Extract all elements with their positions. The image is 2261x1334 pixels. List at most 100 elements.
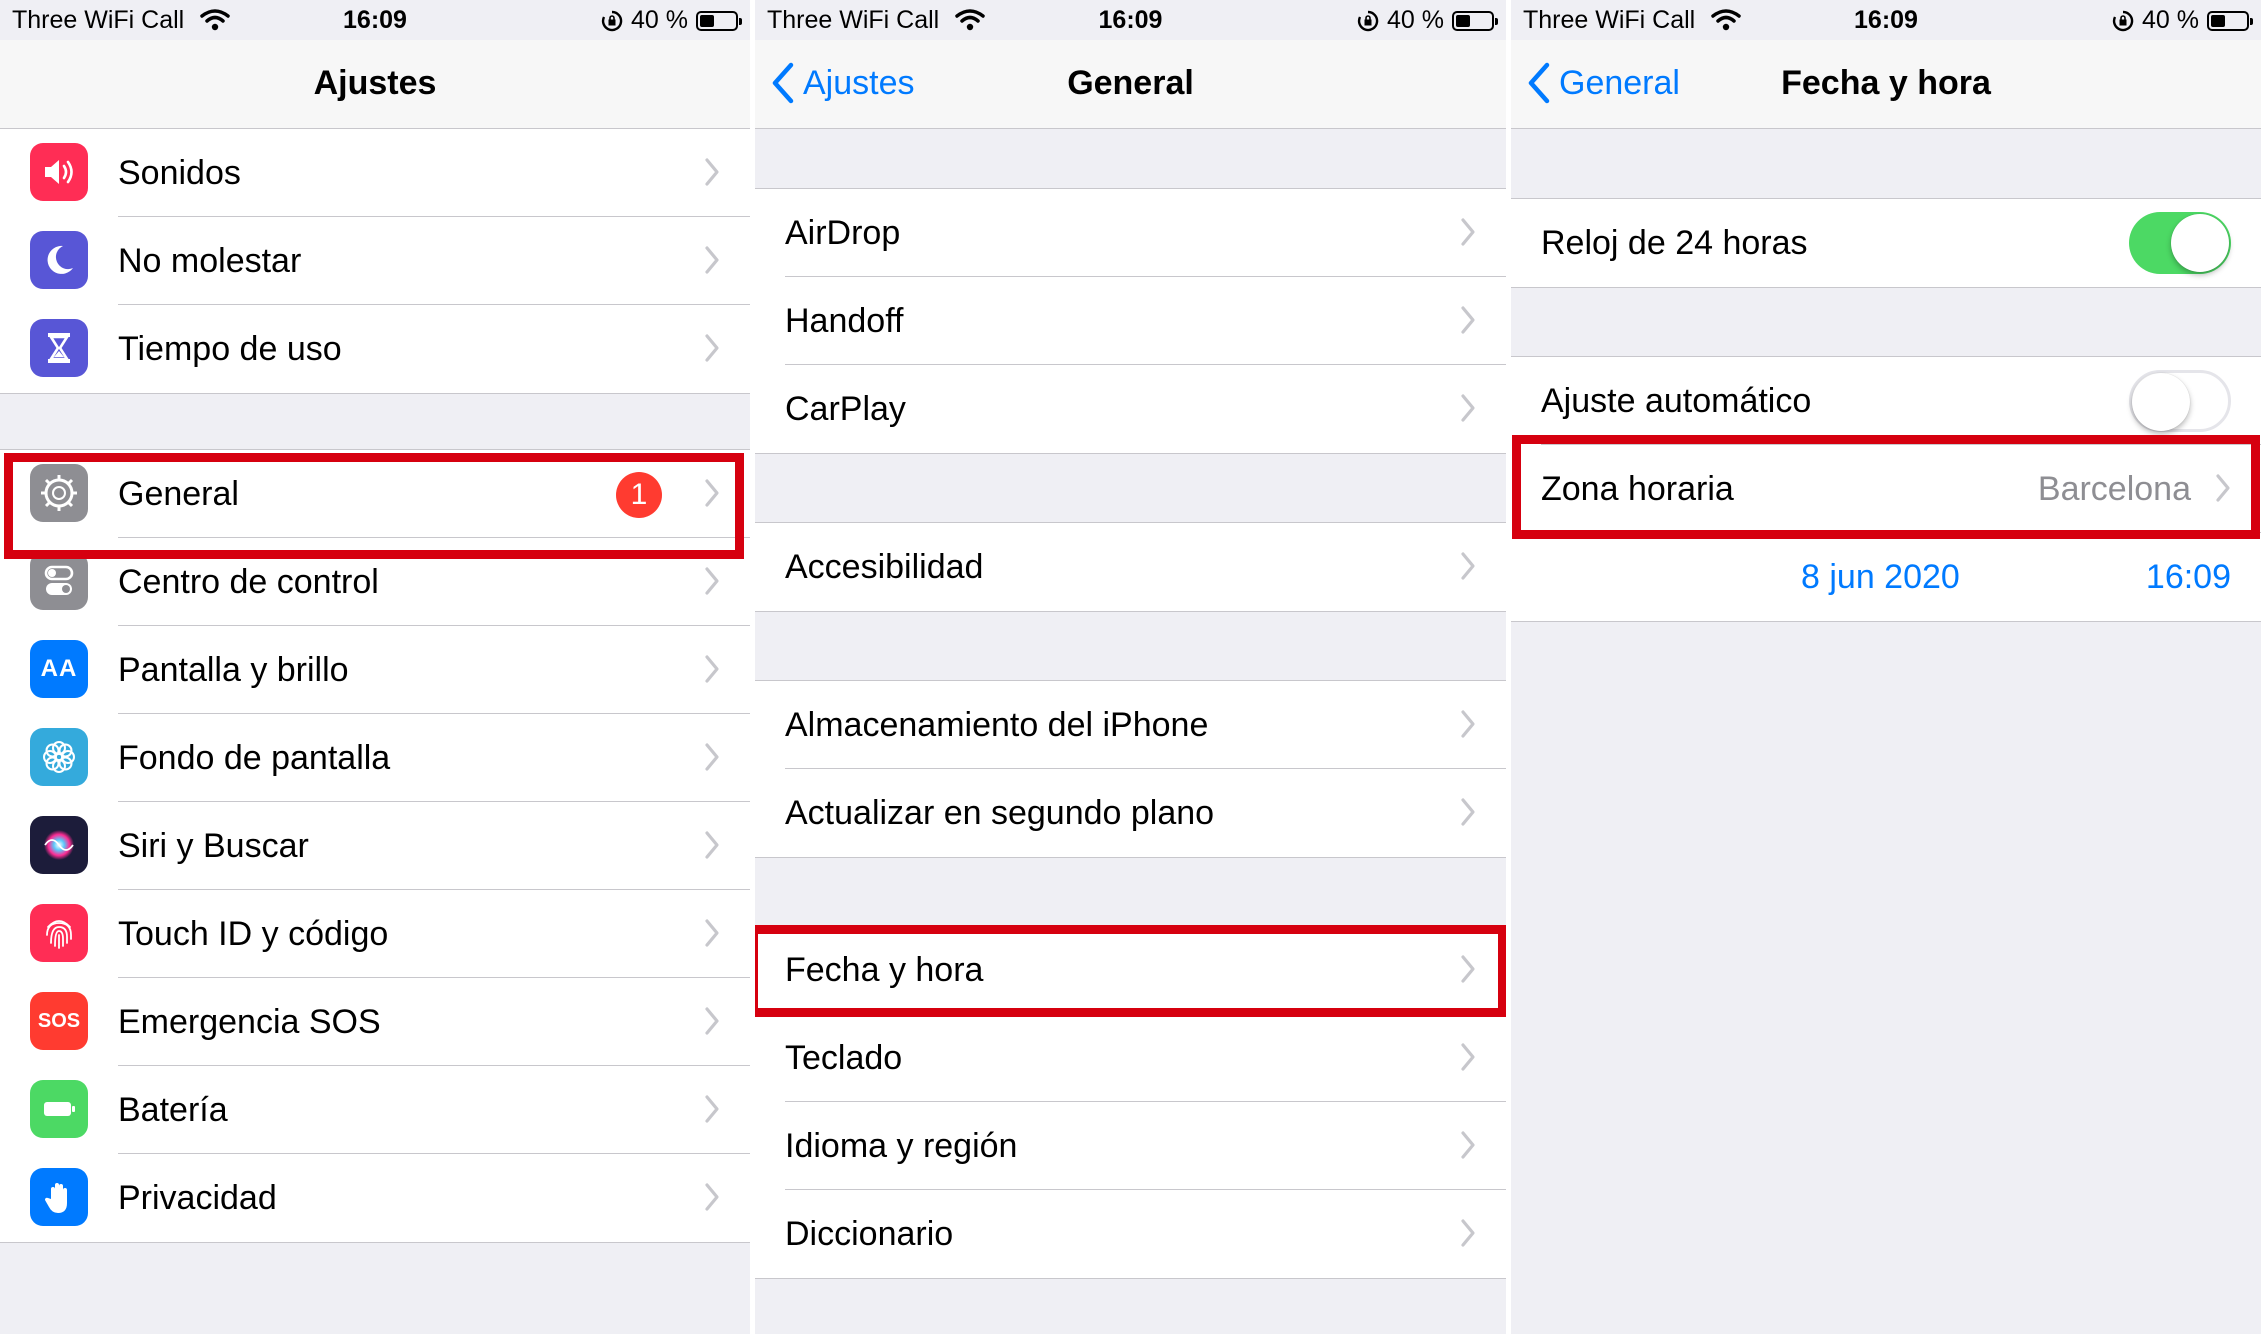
settings-row-bater-a[interactable]: Batería [0, 1066, 750, 1154]
chevron-right-icon [705, 831, 719, 859]
settings-row-touch-id-y-c-digo[interactable]: Touch ID y código [0, 890, 750, 978]
row-label: No molestar [118, 241, 302, 280]
chevron-right-icon [705, 1095, 719, 1123]
chevron-right-icon [705, 567, 719, 595]
general-group-2: Accesibilidad [755, 522, 1506, 612]
text-size-icon: AA [30, 640, 88, 698]
general-group-1: AirDrop Handoff CarPlay [755, 188, 1506, 454]
general-row-carplay[interactable]: CarPlay [755, 365, 1506, 453]
rotation-lock-icon [1357, 10, 1379, 31]
auto-set-switch[interactable] [2129, 370, 2231, 432]
battery-icon [30, 1080, 88, 1138]
clock-24h-label: Reloj de 24 horas [1541, 223, 1808, 262]
chevron-right-icon [705, 919, 719, 947]
status-bar: Three WiFi Call 16:09 40 % [0, 0, 750, 40]
chevron-right-icon [1461, 1043, 1475, 1071]
row-label: AirDrop [785, 213, 901, 252]
icon-text: AA [40, 655, 78, 682]
icon-text: SOS [37, 1009, 81, 1032]
settings-row-sonidos[interactable]: Sonidos [0, 129, 750, 217]
date-value[interactable]: 8 jun 2020 [1801, 558, 1960, 597]
general-row-fecha-y-hora[interactable]: Fecha y hora [755, 926, 1506, 1014]
battery-indicator [696, 10, 742, 31]
general-row-teclado[interactable]: Teclado [755, 1014, 1506, 1102]
general-row-airdrop[interactable]: AirDrop [755, 189, 1506, 277]
switches-icon [30, 552, 88, 610]
chevron-right-icon [705, 743, 719, 771]
settings-row-centro-de-control[interactable]: Centro de control [0, 538, 750, 626]
row-label: CarPlay [785, 389, 906, 428]
nav-bar: Ajustes [0, 40, 750, 129]
status-bar: Three WiFi Call 16:09 40 % [1511, 0, 2261, 40]
row-label: Fondo de pantalla [118, 738, 391, 777]
battery-percent: 40 % [1387, 6, 1444, 34]
settings-group-1: Sonidos No molestar Tiempo de uso [0, 128, 750, 394]
chevron-right-icon [1461, 552, 1475, 580]
row-label: Almacenamiento del iPhone [785, 705, 1209, 744]
hourglass-icon [30, 319, 88, 377]
settings-row-no-molestar[interactable]: No molestar [0, 217, 750, 305]
general-group-3: Almacenamiento del iPhone Actualizar en s… [755, 680, 1506, 858]
settings-row-siri-y-buscar[interactable]: Siri y Buscar [0, 802, 750, 890]
settings-row-privacidad[interactable]: Privacidad [0, 1154, 750, 1242]
sos-icon: SOS [30, 992, 88, 1050]
time-value[interactable]: 16:09 [2146, 558, 2231, 597]
row-label: Actualizar en segundo plano [785, 793, 1215, 832]
chevron-right-icon [705, 1007, 719, 1035]
row-label: Pantalla y brillo [118, 650, 349, 689]
page-title: General [1067, 64, 1194, 102]
gear-icon [30, 464, 88, 522]
timezone-label: Zona horaria [1541, 469, 1734, 508]
clock-24h-row: Reloj de 24 horas [1511, 199, 2261, 287]
battery-level-fill [2211, 14, 2225, 27]
settings-row-general[interactable]: General 1 [0, 450, 750, 538]
general-row-handoff[interactable]: Handoff [755, 277, 1506, 365]
chevron-right-icon [705, 1183, 719, 1211]
general-row-diccionario[interactable]: Diccionario [755, 1190, 1506, 1278]
siri-icon [30, 816, 88, 874]
settings-row-pantalla-y-brillo[interactable]: AA Pantalla y brillo [0, 626, 750, 714]
settings-row-fondo-de-pantalla[interactable]: Fondo de pantalla [0, 714, 750, 802]
nav-bar: Ajustes General [755, 40, 1506, 129]
clock-format-group: Reloj de 24 horas [1511, 198, 2261, 288]
datetime-screen: Three WiFi Call 16:09 40 % General Fecha… [1511, 0, 2261, 1334]
chevron-right-icon [1461, 394, 1475, 422]
general-row-idioma-y-regi-n[interactable]: Idioma y región [755, 1102, 1506, 1190]
battery-indicator [1452, 10, 1498, 31]
row-label: Tiempo de uso [118, 329, 342, 368]
row-label: Siri y Buscar [118, 826, 309, 865]
settings-row-tiempo-de-uso[interactable]: Tiempo de uso [0, 305, 750, 393]
row-label: Teclado [785, 1038, 903, 1077]
battery-level-fill [700, 14, 714, 27]
chevron-right-icon [1461, 710, 1475, 738]
general-row-almacenamiento-del-iphone[interactable]: Almacenamiento del iPhone [755, 681, 1506, 769]
chevron-right-icon [705, 479, 719, 507]
clock-24h-switch[interactable] [2129, 212, 2231, 274]
chevron-right-icon [1461, 1219, 1475, 1247]
auto-set-group: Ajuste automático Zona horaria Barcelona… [1511, 356, 2261, 622]
chevron-right-icon [705, 246, 719, 274]
general-row-actualizar-en-segundo-plano[interactable]: Actualizar en segundo plano [755, 769, 1506, 857]
battery-level-fill [1456, 14, 1470, 27]
row-label: Touch ID y código [118, 914, 389, 953]
general-row-accesibilidad[interactable]: Accesibilidad [755, 523, 1506, 611]
rotation-lock-icon [2112, 10, 2134, 31]
timezone-row[interactable]: Zona horaria Barcelona [1511, 445, 2261, 533]
flower-icon [30, 728, 88, 786]
general-screen: Three WiFi Call 16:09 40 % Ajustes Gener… [755, 0, 1506, 1334]
speaker-icon [30, 143, 88, 201]
settings-row-emergencia-sos[interactable]: SOS Emergencia SOS [0, 978, 750, 1066]
settings-screen: Three WiFi Call 16:09 40 % Ajustes Sonid… [0, 0, 750, 1334]
row-label: Privacidad [118, 1178, 277, 1217]
date-time-row: 8 jun 2020 16:09 [1511, 533, 2261, 621]
status-bar: Three WiFi Call 16:09 40 % [755, 0, 1506, 40]
row-label: Batería [118, 1090, 228, 1129]
moon-icon [30, 231, 88, 289]
page-title: Ajustes [313, 64, 437, 102]
battery-percent: 40 % [2142, 6, 2199, 34]
chevron-right-icon [1461, 1131, 1475, 1159]
timezone-value: Barcelona [2037, 469, 2191, 508]
chevron-right-icon [1461, 218, 1475, 246]
battery-indicator [2207, 10, 2253, 31]
row-label: Centro de control [118, 562, 379, 601]
